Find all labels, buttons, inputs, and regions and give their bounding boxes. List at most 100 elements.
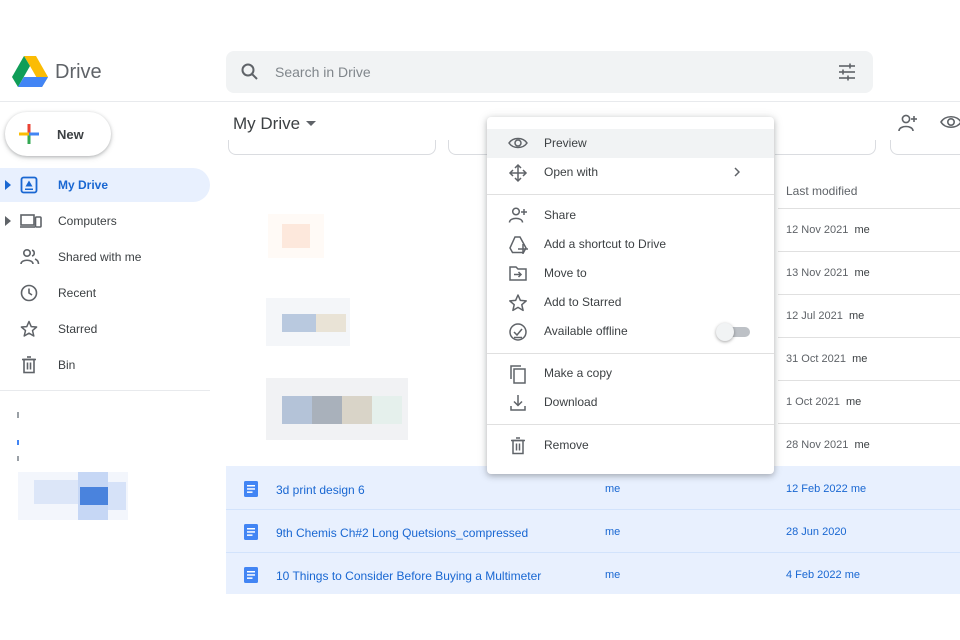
menu-item-label: Download xyxy=(544,395,598,409)
move-to-folder-icon xyxy=(508,264,528,282)
move-arrows-icon xyxy=(508,163,528,183)
my-drive-icon xyxy=(20,176,38,194)
table-row-date: 13 Nov 2021 me xyxy=(786,267,870,279)
sidebar-item-label: My Drive xyxy=(58,178,109,192)
eye-icon xyxy=(508,134,528,152)
context-menu: Preview Open with Share Add a shortcut t… xyxy=(487,117,774,474)
blurred-file-thumbnail xyxy=(266,378,408,440)
star-icon xyxy=(508,293,528,313)
sidebar-divider xyxy=(0,390,210,391)
add-shortcut-icon xyxy=(508,235,528,255)
copy-icon xyxy=(508,364,528,384)
row-divider xyxy=(778,380,960,381)
quick-access-card[interactable] xyxy=(228,140,436,155)
table-row-date: 1 Oct 2021 me xyxy=(786,396,862,408)
sidebar-item-my-drive[interactable]: My Drive xyxy=(0,168,210,202)
trash-icon xyxy=(508,436,528,456)
menu-item-label: Move to xyxy=(544,266,587,280)
app-name: Drive xyxy=(55,61,102,83)
new-button[interactable]: New xyxy=(5,112,111,156)
people-icon xyxy=(20,248,40,266)
menu-item-add-to-starred[interactable]: Add to Starred xyxy=(487,288,774,317)
person-add-icon xyxy=(508,206,528,224)
sidebar-item-shared-with-me[interactable]: Shared with me xyxy=(0,240,210,274)
file-last-modified: 12 Feb 2022 me xyxy=(786,483,867,495)
file-last-modified: 4 Feb 2022 me xyxy=(786,569,860,581)
menu-item-open-with[interactable]: Open with xyxy=(487,158,774,187)
row-divider xyxy=(778,337,960,338)
menu-item-label: Remove xyxy=(544,438,589,452)
file-name: 10 Things to Consider Before Buying a Mu… xyxy=(276,569,542,583)
expand-caret-icon[interactable] xyxy=(5,216,11,226)
offline-check-icon xyxy=(508,322,528,342)
menu-divider xyxy=(487,353,774,354)
table-row-date: 31 Oct 2021 me xyxy=(786,353,868,365)
search-options-icon[interactable] xyxy=(837,62,857,82)
blurred-image xyxy=(18,472,128,520)
sidebar-item-computers[interactable]: Computers xyxy=(0,204,210,238)
header-divider xyxy=(0,101,960,102)
quick-access-card[interactable] xyxy=(775,140,876,155)
search-bar[interactable]: Search in Drive xyxy=(226,51,873,93)
file-name: 3d print design 6 xyxy=(276,483,365,497)
sidebar-item-bin[interactable]: Bin xyxy=(0,348,210,382)
sidebar-item-label: Computers xyxy=(58,214,117,228)
file-owner: me xyxy=(605,526,621,538)
blurred-file-thumbnail xyxy=(268,214,324,258)
menu-item-label: Open with xyxy=(544,165,599,179)
search-input[interactable]: Search in Drive xyxy=(275,64,371,80)
eye-icon[interactable] xyxy=(940,114,960,130)
sidebar-item-label: Starred xyxy=(58,322,98,336)
sidebar-item-label: Shared with me xyxy=(58,250,142,264)
blurred-storage-info xyxy=(16,410,20,470)
menu-item-download[interactable]: Download xyxy=(487,388,774,417)
computers-icon xyxy=(20,212,42,230)
menu-item-remove[interactable]: Remove xyxy=(487,431,774,460)
file-last-modified: 28 Jun 2020 xyxy=(786,526,847,538)
file-owner: me xyxy=(605,569,621,581)
google-docs-icon xyxy=(244,481,258,497)
menu-item-share[interactable]: Share xyxy=(487,201,774,230)
table-row[interactable]: 10 Things to Consider Before Buying a Mu… xyxy=(226,553,960,596)
menu-item-make-a-copy[interactable]: Make a copy xyxy=(487,359,774,388)
row-divider xyxy=(778,294,960,295)
sidebar-item-recent[interactable]: Recent xyxy=(0,276,210,310)
expand-caret-icon[interactable] xyxy=(5,180,11,190)
menu-item-label: Available offline xyxy=(544,324,628,338)
sidebar-item-starred[interactable]: Starred xyxy=(0,312,210,346)
quick-access-card[interactable] xyxy=(448,140,489,155)
table-row[interactable]: 9th Chemis Ch#2 Long Quetsions_compresse… xyxy=(226,510,960,553)
menu-item-label: Add to Starred xyxy=(544,295,622,309)
breadcrumb-my-drive[interactable]: My Drive xyxy=(233,114,300,134)
menu-item-preview[interactable]: Preview xyxy=(487,129,774,158)
google-docs-icon xyxy=(244,567,258,583)
drive-logo-icon[interactable] xyxy=(12,54,48,88)
row-divider xyxy=(778,208,960,209)
download-icon xyxy=(508,393,528,413)
menu-divider xyxy=(487,424,774,425)
column-header-last-modified[interactable]: Last modified xyxy=(786,184,857,198)
table-row-date: 12 Nov 2021 me xyxy=(786,224,870,236)
quick-access-card[interactable] xyxy=(890,140,960,155)
menu-item-add-shortcut[interactable]: Add a shortcut to Drive xyxy=(487,230,774,259)
google-docs-icon xyxy=(244,524,258,540)
menu-item-available-offline[interactable]: Available offline xyxy=(487,317,774,346)
file-name: 9th Chemis Ch#2 Long Quetsions_compresse… xyxy=(276,526,529,540)
menu-item-move-to[interactable]: Move to xyxy=(487,259,774,288)
row-divider xyxy=(778,423,960,424)
menu-item-label: Add a shortcut to Drive xyxy=(544,237,667,251)
menu-item-label: Preview xyxy=(544,136,587,150)
search-icon[interactable] xyxy=(240,62,260,82)
table-row-date: 28 Nov 2021 me xyxy=(786,439,870,451)
menu-item-label: Share xyxy=(544,208,577,222)
caret-down-icon[interactable] xyxy=(306,121,316,127)
blurred-file-thumbnail xyxy=(266,298,350,346)
menu-divider xyxy=(487,194,774,195)
star-icon xyxy=(20,320,38,338)
person-add-icon[interactable] xyxy=(897,113,919,133)
available-offline-toggle[interactable] xyxy=(716,323,750,341)
trash-icon xyxy=(20,356,38,374)
sidebar-item-label: Recent xyxy=(58,286,97,300)
sidebar-item-label: Bin xyxy=(58,358,76,372)
new-button-label: New xyxy=(57,127,84,142)
